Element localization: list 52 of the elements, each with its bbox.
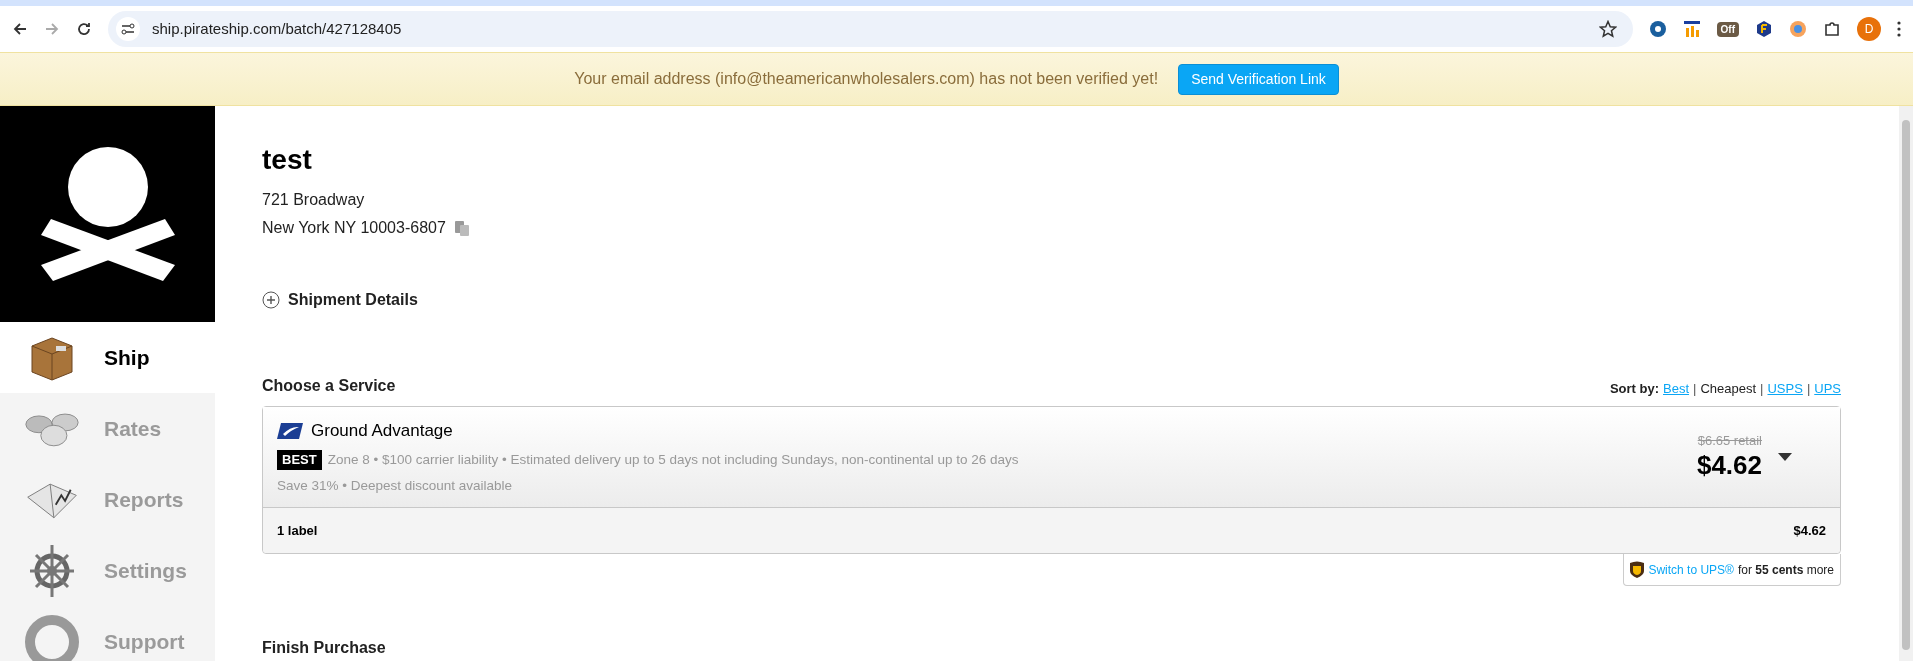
address-line: New York NY 10003-6807 xyxy=(262,218,446,238)
extension-icon[interactable] xyxy=(1755,20,1773,38)
total-price: $4.62 xyxy=(1793,521,1826,540)
extension-badge[interactable]: Off xyxy=(1716,21,1739,37)
service-details: Zone 8 • $100 carrier liability • Estimated delivery up to 5 days not including Sundays, non-continental up to 26 days xyxy=(327,450,1019,469)
shipment-details-toggle[interactable]: Shipment Details xyxy=(262,288,418,312)
reload-icon[interactable] xyxy=(76,21,92,37)
sort-option[interactable]: UPS xyxy=(1814,378,1841,398)
service-savings: Save 31% • Deepest discount available xyxy=(277,476,514,495)
sort-label: Sort by: xyxy=(1609,379,1659,398)
recipient-name: test xyxy=(262,144,313,176)
best-badge: BEST xyxy=(277,449,322,470)
section-title: Choose a Service xyxy=(262,376,396,396)
section-title: Finish Purchase xyxy=(262,638,387,658)
sort-option[interactable]: Best xyxy=(1663,378,1690,398)
service-name: Ground Advantage xyxy=(311,420,453,442)
bar-chart-icon[interactable] xyxy=(1682,20,1701,38)
service-price: $4.62 xyxy=(1696,449,1762,481)
sort-option[interactable]: USPS xyxy=(1767,378,1803,398)
plus-circle-icon xyxy=(262,291,280,309)
service-option[interactable]: Ground Advantage BEST Zone 8 • $100 carrier liability • Estimated delivery up to 5 days not including Sundays, non-continental up to 26 days Save 31% • Deepest discount available $6.65 retail $4.62 xyxy=(263,407,1840,508)
address-bar[interactable]: ship.pirateship.com/batch/427128405 xyxy=(108,11,1633,47)
switch-ups-link[interactable]: Switch to UPS® xyxy=(1648,560,1734,579)
sidebar-label: Rates xyxy=(104,415,162,442)
scrollbar[interactable] xyxy=(1899,106,1913,661)
extension-icon[interactable] xyxy=(1648,20,1667,38)
send-verification-button[interactable]: Send Verification Link xyxy=(1178,63,1339,95)
menu-icon[interactable] xyxy=(1897,21,1901,37)
back-icon[interactable] xyxy=(12,21,28,37)
separator: | xyxy=(1760,379,1764,398)
copy-icon[interactable] xyxy=(453,219,470,237)
retail-price: $6.65 retail xyxy=(1697,433,1762,449)
shield-icon xyxy=(1630,561,1645,578)
lifebuoy-icon xyxy=(24,613,80,661)
address-line: 721 Broadway xyxy=(262,190,366,210)
sort-option[interactable]: Cheapest xyxy=(1700,378,1757,398)
separator: | xyxy=(1806,379,1811,398)
caret-icon[interactable] xyxy=(1778,453,1792,461)
profile-avatar[interactable]: D xyxy=(1857,17,1881,41)
sidebar-label: Reports xyxy=(104,486,184,513)
puzzle-icon[interactable] xyxy=(1823,20,1841,38)
banner-message: Your email address (info@theamericanwholesalers.com) has not been verified yet! xyxy=(574,69,1159,89)
label-count: 1 label xyxy=(277,521,318,540)
sidebar-label: Support xyxy=(104,628,185,655)
upsell-text: for 55 cents more xyxy=(1737,561,1834,579)
url-text: ship.pirateship.com/batch/427128405 xyxy=(152,18,403,39)
bookmark-star-icon[interactable] xyxy=(1598,20,1617,38)
separator: | xyxy=(1693,379,1697,398)
sidebar-label: Ship xyxy=(104,344,150,371)
sidebar-item[interactable]: Ship xyxy=(0,322,215,393)
sidebar-label: Settings xyxy=(104,557,187,584)
site-settings-icon[interactable] xyxy=(116,17,140,41)
